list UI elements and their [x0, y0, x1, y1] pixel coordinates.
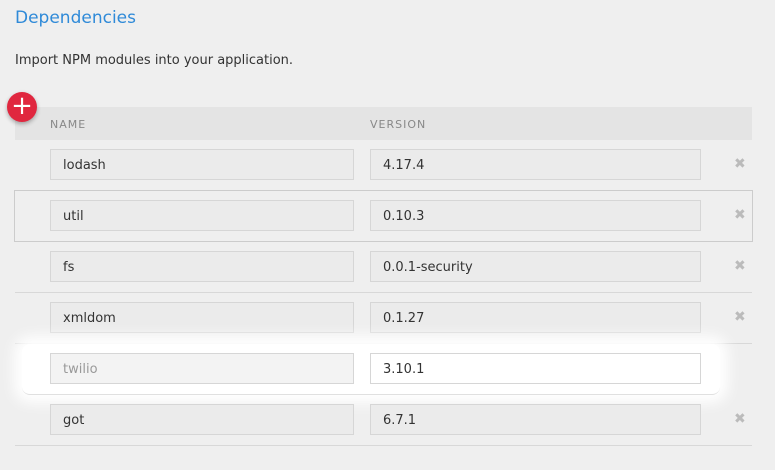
module-name-input[interactable]: xmldom [50, 302, 354, 333]
column-name: NAME [50, 118, 87, 131]
module-version-input[interactable]: 0.10.3 [370, 200, 701, 231]
remove-icon[interactable]: ✖ [734, 309, 746, 325]
module-version-input[interactable]: 0.0.1-security [370, 251, 701, 282]
module-version-input[interactable]: 0.1.27 [370, 302, 701, 333]
module-version-input[interactable]: 4.17.4 [370, 149, 701, 180]
dependency-row: twilio 3.10.1 [22, 344, 720, 395]
page-description: Import NPM modules into your application… [15, 53, 294, 68]
remove-icon[interactable]: ✖ [734, 207, 746, 223]
dependency-row: xmldom 0.1.27 ✖ [15, 293, 752, 344]
page-title: Dependencies [15, 8, 136, 28]
add-dependency-button[interactable]: + [7, 92, 37, 122]
dependency-row: got 6.7.1 ✖ [15, 395, 752, 446]
column-version: VERSION [370, 118, 427, 131]
module-version-input[interactable]: 3.10.1 [370, 353, 701, 384]
module-name-input[interactable]: got [50, 404, 354, 435]
remove-icon[interactable]: ✖ [734, 258, 746, 274]
module-version-input[interactable]: 6.7.1 [370, 404, 701, 435]
module-name-input[interactable]: lodash [50, 149, 354, 180]
table-header: NAME VERSION [15, 107, 752, 140]
remove-icon[interactable]: ✖ [734, 156, 746, 172]
dependency-row: fs 0.0.1-security ✖ [15, 242, 752, 293]
dependency-row: util 0.10.3 ✖ [14, 190, 753, 242]
dependency-row: lodash 4.17.4 ✖ [15, 140, 752, 191]
module-name-input[interactable]: util [50, 200, 354, 231]
module-name-input[interactable]: fs [50, 251, 354, 282]
remove-icon[interactable]: ✖ [734, 411, 746, 427]
module-name-input[interactable]: twilio [50, 353, 354, 384]
